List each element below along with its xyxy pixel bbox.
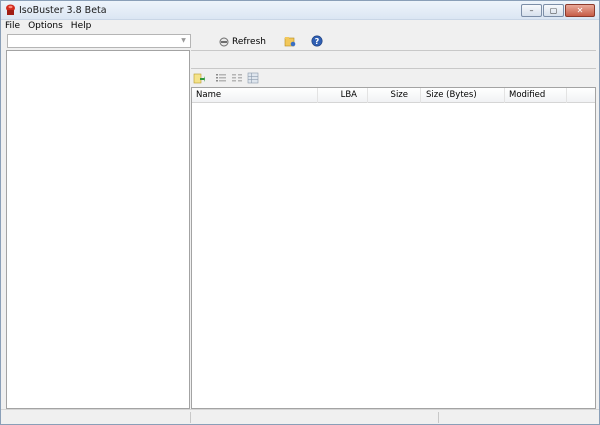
caption-buttons: – ▢ ✕	[520, 4, 595, 17]
column-header-size[interactable]: Size	[368, 88, 421, 103]
details-view-icon[interactable]	[231, 72, 243, 84]
column-header-size-bytes[interactable]: Size (Bytes)	[421, 88, 505, 103]
right-pane-header	[191, 50, 596, 69]
status-panel-right	[438, 412, 599, 423]
app-window: IsoBuster 3.8 Beta – ▢ ✕ File Options He…	[0, 0, 600, 425]
device-select[interactable]: ▼	[7, 34, 191, 48]
status-bar	[1, 409, 599, 424]
menu-options[interactable]: Options	[24, 20, 67, 32]
file-list-header: Name LBA Size Size (Bytes) Modified	[192, 88, 595, 103]
maximize-button[interactable]: ▢	[543, 4, 564, 17]
tree-pane[interactable]	[6, 50, 190, 409]
refresh-label: Refresh	[232, 36, 266, 47]
refresh-button[interactable]: Refresh	[219, 35, 266, 48]
list-view-icon[interactable]	[215, 72, 227, 84]
main-toolbar: ▼ Refresh ?	[1, 32, 599, 51]
refresh-icon	[219, 37, 229, 46]
file-list[interactable]: Name LBA Size Size (Bytes) Modified	[191, 87, 596, 409]
title-bar[interactable]: IsoBuster 3.8 Beta – ▢ ✕	[1, 1, 599, 20]
chevron-down-icon[interactable]: ▼	[178, 36, 189, 46]
help-icon[interactable]: ?	[311, 35, 323, 47]
menu-help[interactable]: Help	[67, 20, 96, 32]
grid-view-icon[interactable]	[247, 72, 259, 84]
extract-icon[interactable]	[193, 72, 205, 84]
minimize-button[interactable]: –	[521, 4, 542, 17]
column-header-lba[interactable]: LBA	[318, 88, 368, 103]
menu-bar: File Options Help	[1, 20, 599, 32]
column-header-name[interactable]: Name	[192, 88, 318, 103]
file-list-toolbar	[191, 70, 596, 86]
isobuster-logo-icon	[6, 4, 15, 15]
window-title: IsoBuster 3.8 Beta	[19, 5, 107, 16]
close-button[interactable]: ✕	[565, 4, 595, 17]
svg-text:?: ?	[315, 37, 320, 46]
status-panel-main	[190, 412, 438, 423]
column-header-modified[interactable]: Modified	[505, 88, 567, 103]
menu-file[interactable]: File	[1, 20, 24, 32]
folder-icon[interactable]	[284, 35, 296, 47]
